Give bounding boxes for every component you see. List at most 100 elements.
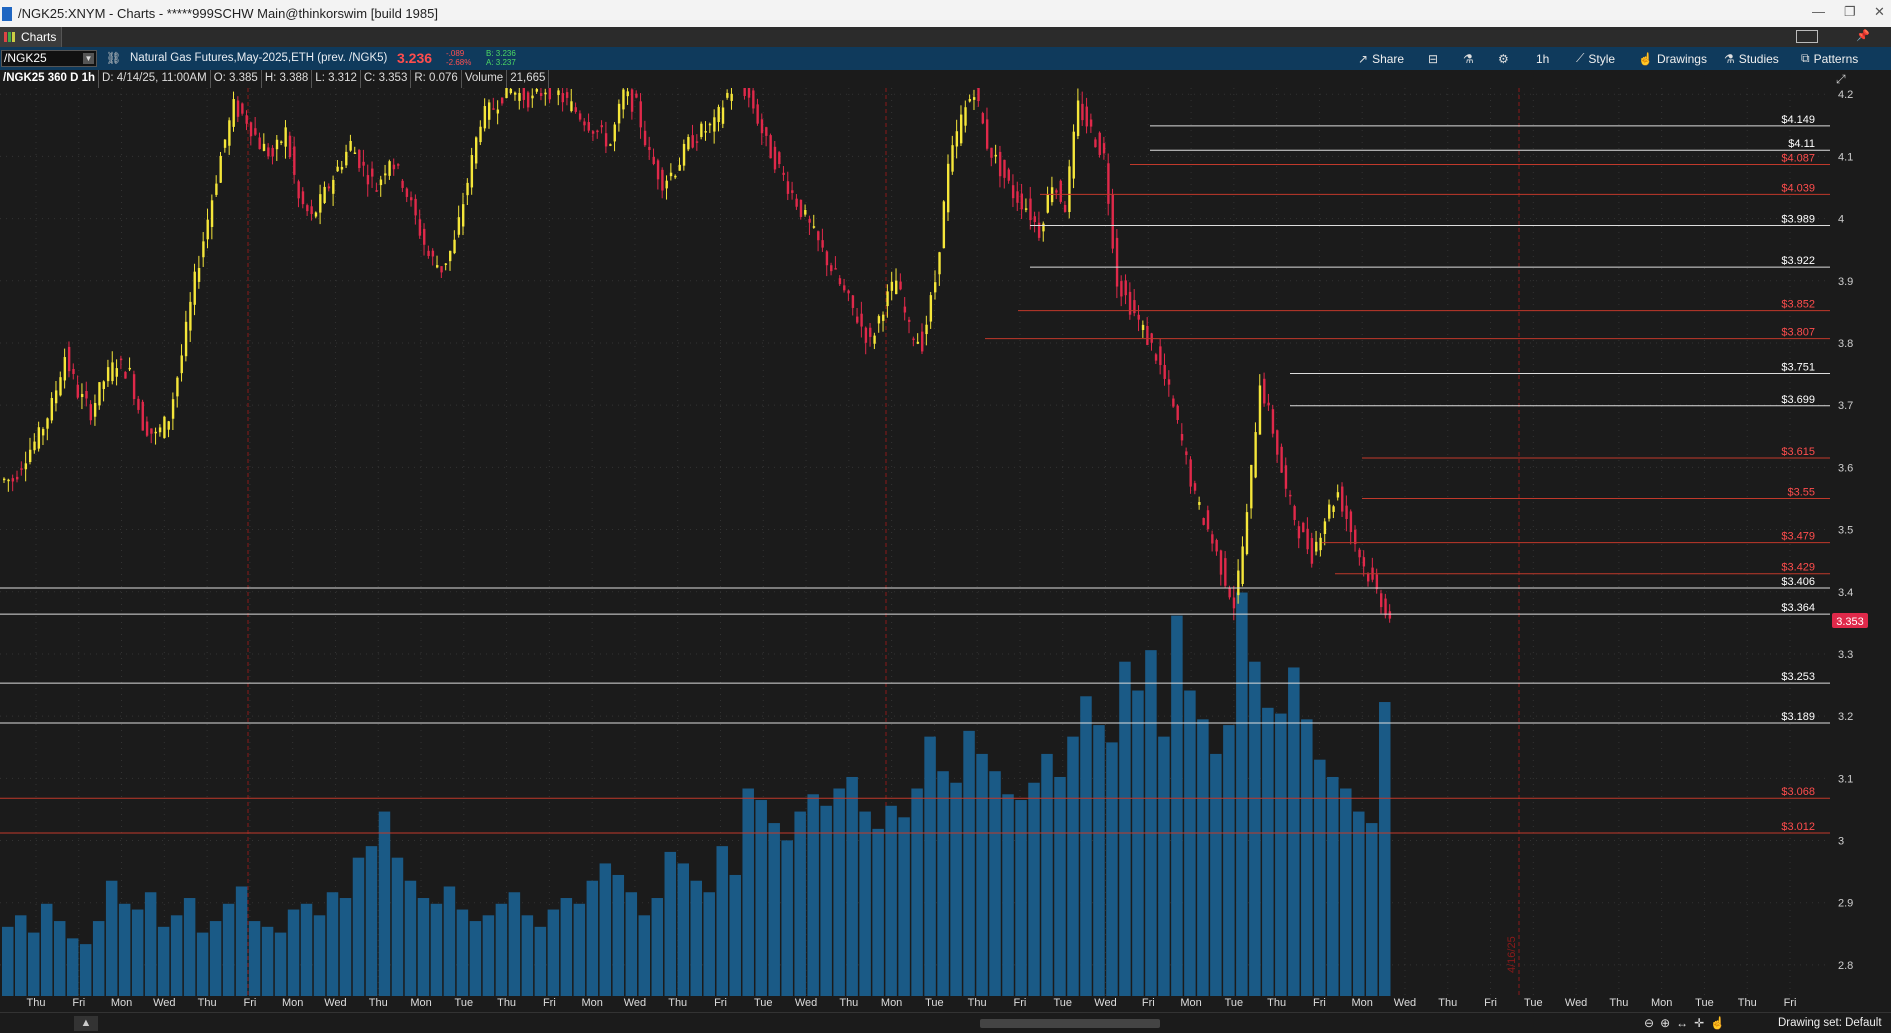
minimize-button[interactable]: — (1812, 4, 1825, 19)
candle-body (479, 126, 482, 143)
y-axis-tick-label: 3.9 (1838, 276, 1853, 288)
candle-body (1146, 325, 1149, 345)
volume-bar (599, 863, 612, 996)
zoom-in-icon[interactable]: ⊕ (1660, 1016, 1670, 1030)
symbol-input[interactable]: /NGK25 ▼ (1, 50, 97, 67)
candle-body (219, 155, 222, 183)
candle-body (674, 175, 677, 178)
period-divider-label: 4/16/25 (1506, 936, 1518, 973)
candle-body (778, 152, 781, 165)
settings-button[interactable]: ⚙ (1498, 47, 1509, 70)
flask-button[interactable]: ⚗ (1463, 47, 1474, 70)
bar-range: R: 0.076 (411, 70, 462, 88)
pin-icon[interactable]: 📌 (1856, 29, 1870, 42)
candle-body (539, 93, 543, 96)
candle-body (487, 102, 491, 120)
price-level-label: $3.189 (1781, 711, 1815, 723)
candle-body (643, 130, 647, 146)
candle-body (851, 295, 855, 308)
candle-body (119, 358, 123, 361)
link-icon[interactable]: ⛓ (106, 51, 121, 65)
x-axis-tick-label: Thu (839, 997, 859, 1009)
volume-bar (989, 771, 1001, 996)
candle-body (951, 145, 954, 172)
drawings-button[interactable]: ☝ Drawings (1638, 47, 1707, 70)
candle-body (54, 390, 58, 404)
price-level-label: $4.039 (1781, 182, 1815, 194)
candle-body (1341, 486, 1344, 512)
price-level-label: $3.615 (1781, 446, 1815, 458)
share-button[interactable]: ↗ Share (1358, 47, 1404, 70)
price-chart[interactable]: 3/1/254/1/254/16/25$4.149$4.11$4.087$4.0… (0, 88, 1891, 996)
share-label: Share (1372, 51, 1405, 66)
maximize-button[interactable]: ❐ (1844, 4, 1856, 20)
candle-body (843, 285, 846, 291)
volume-bar (443, 886, 456, 996)
candle-body (847, 290, 850, 294)
candle-body (1185, 451, 1188, 455)
volume-label[interactable]: Volume (461, 70, 508, 88)
zoom-out-icon[interactable]: ⊖ (1644, 1016, 1654, 1030)
volume-bar (664, 851, 677, 996)
candle-body (89, 404, 93, 421)
expand-panel-button[interactable]: ▲ (74, 1016, 98, 1031)
tab-charts[interactable]: Charts (0, 27, 62, 47)
y-axis-tick-label: 3.7 (1838, 400, 1853, 412)
candle-body (591, 131, 595, 134)
candle-body (700, 123, 703, 137)
window-layout-icon[interactable] (1796, 30, 1818, 43)
drawings-label: Drawings (1656, 51, 1707, 66)
candle-body (856, 316, 859, 323)
candle-body (765, 127, 768, 136)
volume-bar (417, 898, 430, 996)
candle-body (1258, 385, 1262, 435)
time-scrollbar[interactable] (980, 1019, 1160, 1028)
close-button[interactable]: ✕ (1874, 4, 1885, 20)
pan-icon[interactable]: ↔ (1676, 1016, 1688, 1030)
share-icon: ↗ (1358, 51, 1369, 66)
candle-body (1315, 541, 1318, 552)
candle-body (249, 122, 253, 137)
drawing-set-label[interactable]: Drawing set: Default (1778, 1017, 1882, 1029)
candle-body (397, 164, 400, 166)
candle-body (241, 103, 244, 114)
timeframe-button[interactable]: 1h (1536, 47, 1549, 70)
y-axis-tick-label: 3.2 (1838, 711, 1853, 723)
crosshair-tool-icon[interactable]: ⤢ (1836, 72, 1846, 87)
candle-body (440, 266, 443, 273)
volume-bar (456, 909, 469, 996)
candle-body (180, 355, 183, 374)
studies-button[interactable]: ⚗ Studies (1724, 47, 1779, 70)
style-icon: ⟋ (1576, 51, 1585, 65)
price-level-label: $3.699 (1781, 394, 1815, 406)
x-axis-tick-label: Wed (794, 997, 818, 1009)
flask-icon: ⚗ (1463, 51, 1474, 66)
volume-bar (14, 915, 27, 996)
candle-body (513, 92, 517, 95)
timeframe-label: 1h (1536, 51, 1550, 66)
candle-body (1094, 139, 1097, 148)
symbol-dropdown-icon[interactable]: ▼ (83, 53, 94, 64)
candle-body (834, 268, 837, 270)
candle-body (327, 186, 331, 189)
volume-bar (27, 932, 40, 996)
y-axis-tick-label: 3.8 (1838, 338, 1853, 350)
candle-body (994, 154, 998, 157)
chart-title[interactable]: /NGK25 360 D 1h (0, 70, 100, 88)
candle-body (1189, 459, 1192, 487)
price-level-label: $4.149 (1781, 114, 1815, 126)
hand-tool-icon[interactable]: ☝ (1710, 1016, 1725, 1030)
candle-body (124, 371, 127, 379)
crosshair-icon[interactable]: ✛ (1694, 1016, 1704, 1030)
candle-body (661, 169, 664, 191)
x-axis-tick-label: Wed (153, 997, 176, 1009)
candle-body (275, 139, 279, 150)
patterns-button[interactable]: ⧉ Patterns (1801, 47, 1858, 70)
grid-button[interactable]: ⊟ (1428, 47, 1438, 70)
x-axis-tick-label: Fri (1312, 997, 1326, 1009)
candle-body (609, 144, 612, 146)
candle-body (1133, 300, 1136, 314)
candle-body (111, 362, 114, 382)
candle-body (167, 421, 170, 430)
style-button[interactable]: ⟋ Style (1576, 47, 1615, 70)
